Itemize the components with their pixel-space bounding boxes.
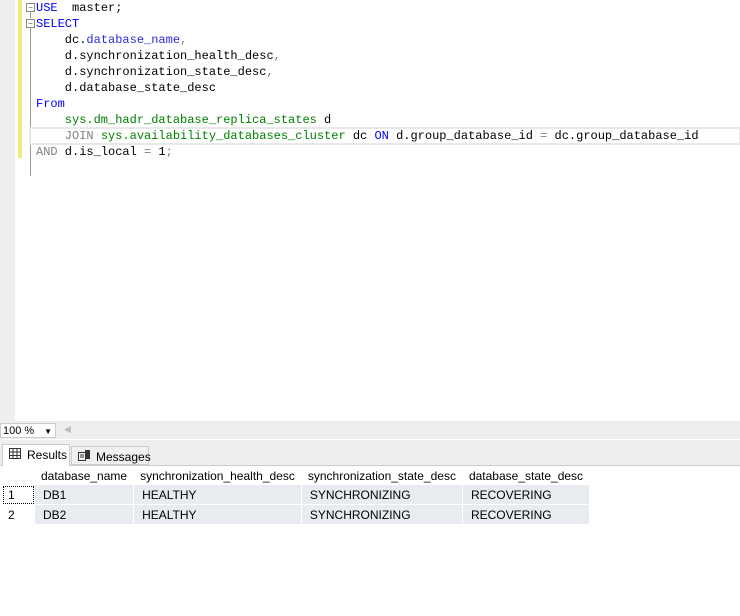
fold-line: [30, 28, 31, 176]
fold-line: [30, 12, 31, 18]
code-line[interactable]: AND d.is_local = 1;: [36, 144, 740, 160]
code-token: 1: [151, 145, 166, 159]
messages-icon: [78, 450, 90, 461]
code-token: d.database_state_desc: [36, 81, 217, 95]
code-line[interactable]: d.synchronization_state_desc,: [36, 64, 740, 80]
table-cell[interactable]: SYNCHRONIZING: [301, 485, 463, 505]
code-token: d.synchronization_state_desc: [36, 65, 267, 79]
table-cell[interactable]: DB2: [34, 504, 135, 525]
editor-gutter: [0, 0, 15, 421]
code-token: ON: [374, 129, 389, 143]
zoom-dropdown[interactable]: 100 % ▼: [0, 423, 56, 438]
code-token: AND: [36, 145, 58, 159]
code-line[interactable]: d.synchronization_health_desc,: [36, 48, 740, 64]
scroll-left-icon[interactable]: ◀: [64, 424, 71, 435]
code-line[interactable]: d.database_state_desc: [36, 80, 740, 96]
code-token: d.group_database_id: [388, 129, 541, 143]
code-token: sys.availability_databases_cluster: [100, 129, 346, 143]
tab-results[interactable]: Results: [2, 444, 70, 466]
row-number-header: [2, 466, 35, 485]
table-cell[interactable]: RECOVERING: [462, 504, 591, 525]
code-token: master;: [72, 1, 123, 15]
code-line[interactable]: sys.dm_hadr_database_replica_states d: [36, 112, 740, 128]
code-token: dc.group_database_id: [547, 129, 699, 143]
chevron-down-icon: ▼: [44, 427, 52, 436]
code-token: dc: [345, 129, 375, 143]
table-cell[interactable]: RECOVERING: [462, 485, 591, 505]
column-header[interactable]: database_name: [34, 466, 135, 485]
tab-results-label: Results: [27, 448, 68, 462]
code-line[interactable]: From: [36, 96, 740, 112]
code-token: ,: [266, 65, 274, 79]
query-editor[interactable]: − − USE master; SELECT dc.database_name, …: [0, 0, 740, 421]
collapse-icon[interactable]: −: [26, 3, 35, 12]
code-line[interactable]: USE master;: [36, 0, 740, 16]
code-token: SELECT: [36, 17, 80, 31]
table-cell[interactable]: HEALTHY: [133, 485, 302, 505]
grid-header-row: database_name synchronization_health_desc…: [2, 466, 591, 485]
zoom-value: 100 %: [3, 425, 35, 437]
results-grid[interactable]: database_name synchronization_health_desc…: [2, 466, 591, 525]
code-token: d: [316, 113, 332, 127]
table-cell[interactable]: DB1: [34, 485, 135, 505]
sql-code[interactable]: USE master; SELECT dc.database_name, d.sy…: [29, 0, 740, 160]
code-token: database_name: [86, 33, 181, 47]
table-row[interactable]: 2 DB2 HEALTHY SYNCHRONIZING RECOVERING: [2, 504, 591, 525]
table-cell[interactable]: SYNCHRONIZING: [301, 504, 463, 525]
code-line[interactable]: SELECT: [36, 16, 740, 32]
tab-messages[interactable]: Messages: [71, 446, 151, 465]
row-number[interactable]: 2: [2, 504, 35, 525]
code-token: ,: [180, 33, 188, 47]
column-header[interactable]: synchronization_state_desc: [301, 466, 463, 485]
code-token: dc.: [36, 33, 87, 47]
code-token: From: [36, 97, 65, 111]
table-cell[interactable]: HEALTHY: [133, 504, 302, 525]
code-token: sys.dm_hadr_database_replica_states: [36, 113, 317, 127]
code-line[interactable]: dc.database_name,: [36, 32, 740, 48]
results-tabs: Results Messages: [0, 440, 740, 466]
code-token: USE: [36, 1, 58, 15]
change-indicator-bar: [18, 0, 22, 158]
row-number[interactable]: 1: [2, 485, 35, 505]
collapse-icon[interactable]: −: [26, 19, 35, 28]
code-token: ,: [273, 49, 281, 63]
code-token: JOIN: [36, 129, 101, 143]
table-row[interactable]: 1 DB1 HEALTHY SYNCHRONIZING RECOVERING: [2, 485, 591, 505]
code-token: d.synchronization_health_desc: [36, 49, 274, 63]
code-token: ;: [165, 145, 173, 159]
column-header[interactable]: synchronization_health_desc: [133, 466, 302, 485]
code-token: d.is_local: [57, 145, 145, 159]
grid-icon: [9, 448, 21, 459]
editor-status-bar: 100 % ▼ ◀: [0, 421, 740, 439]
tab-messages-label: Messages: [96, 450, 151, 464]
code-line[interactable]: JOIN sys.availability_databases_cluster …: [29, 127, 740, 145]
column-header[interactable]: database_state_desc: [462, 466, 591, 485]
